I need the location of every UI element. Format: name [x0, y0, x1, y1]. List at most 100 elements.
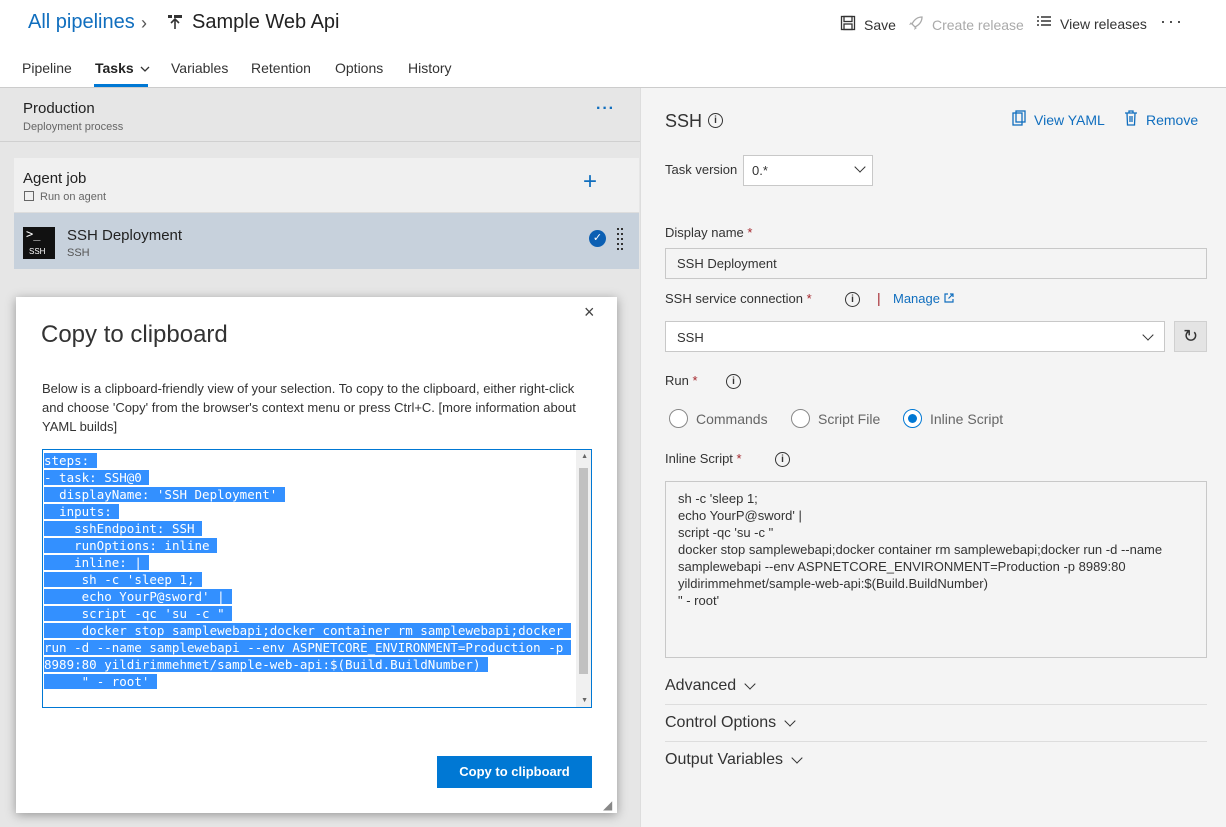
- scrollbar[interactable]: ▲ ▼: [576, 450, 591, 707]
- save-icon: [840, 15, 856, 34]
- chevron-down-icon: [744, 678, 756, 690]
- manage-link-label: Manage: [893, 291, 940, 306]
- yaml-content: steps: - task: SSH@0 displayName: 'SSH D…: [44, 452, 576, 690]
- refresh-icon: ↻: [1182, 326, 1199, 346]
- manage-link[interactable]: Manage: [893, 291, 954, 306]
- server-icon: [24, 191, 34, 201]
- required-mark: *: [692, 373, 698, 388]
- yaml-line: " - root': [44, 674, 157, 689]
- create-release-label: Create release: [932, 16, 1024, 33]
- chevron-down-icon: [854, 161, 866, 173]
- section-control-options-label: Control Options: [665, 714, 777, 731]
- radio-inline-script[interactable]: Inline Script: [903, 409, 1003, 428]
- ssh-connection-label-text: SSH service connection: [665, 291, 804, 306]
- task-title: SSH Deployment: [67, 227, 183, 244]
- page-title: Sample Web Api: [192, 11, 340, 33]
- tab-tasks-label: Tasks: [95, 60, 134, 76]
- view-yaml-button[interactable]: View YAML: [1012, 110, 1105, 129]
- view-releases-label: View releases: [1060, 15, 1147, 32]
- radio-script-file-label: Script File: [818, 410, 881, 427]
- radio-inline-script-label: Inline Script: [930, 410, 1004, 427]
- save-label: Save: [864, 16, 896, 33]
- external-link-icon: [944, 291, 954, 306]
- inline-script-textarea[interactable]: sh -c 'sleep 1; echo YourP@sword' | scri…: [665, 481, 1207, 658]
- scroll-up-icon[interactable]: ▲: [581, 453, 588, 460]
- info-icon[interactable]: i: [775, 452, 790, 467]
- divider: [665, 741, 1207, 742]
- create-release-button[interactable]: Create release: [908, 15, 1024, 34]
- tab-history[interactable]: History: [408, 60, 452, 76]
- display-name-field[interactable]: [665, 248, 1207, 279]
- save-button[interactable]: Save: [840, 15, 896, 34]
- breadcrumb-all-pipelines[interactable]: All pipelines: [28, 11, 135, 34]
- task-version-value: 0.*: [752, 163, 768, 178]
- stage-title: Production: [23, 100, 95, 117]
- yaml-textarea[interactable]: steps: - task: SSH@0 displayName: 'SSH D…: [42, 449, 592, 708]
- task-version-select[interactable]: 0.*: [743, 155, 873, 186]
- scrollbar-thumb[interactable]: [579, 468, 588, 674]
- tab-variables[interactable]: Variables: [171, 60, 228, 76]
- chevron-down-icon: [1142, 329, 1154, 341]
- resize-handle-icon[interactable]: ◢: [603, 798, 612, 812]
- terminal-icon: >_ SSH: [23, 227, 55, 259]
- tab-tasks[interactable]: Tasks: [95, 60, 150, 76]
- task-version-label: Task version: [665, 162, 738, 177]
- check-icon: ✓: [589, 230, 606, 247]
- yaml-line: inputs:: [44, 504, 120, 519]
- chevron-down-icon: [791, 752, 803, 764]
- pipeline-icon: [167, 14, 183, 33]
- section-advanced[interactable]: Advanced: [665, 677, 756, 695]
- dialog-title: Copy to clipboard: [41, 321, 228, 348]
- stage-header[interactable]: [0, 88, 640, 142]
- section-output-variables[interactable]: Output Variables: [665, 751, 803, 769]
- view-releases-button[interactable]: View releases: [1036, 15, 1147, 32]
- section-control-options[interactable]: Control Options: [665, 714, 796, 732]
- copy-to-clipboard-button[interactable]: Copy to clipboard: [437, 756, 592, 788]
- stage-subtitle: Deployment process: [23, 121, 124, 133]
- remove-label: Remove: [1146, 111, 1199, 128]
- radio-script-file[interactable]: Script File: [791, 409, 880, 428]
- run-label-text: Run: [665, 373, 689, 388]
- tab-options[interactable]: Options: [335, 60, 383, 76]
- yaml-line: - task: SSH@0: [44, 470, 150, 485]
- inline-script-label: Inline Script *: [665, 451, 742, 466]
- dialog-description: Below is a clipboard-friendly view of yo…: [42, 381, 576, 434]
- more-options-icon[interactable]: ···: [1160, 11, 1184, 32]
- inline-script-label-text: Inline Script: [665, 451, 733, 466]
- tab-pipeline[interactable]: Pipeline: [22, 60, 72, 76]
- agent-job-row[interactable]: [14, 158, 639, 213]
- radio-circle: [669, 409, 688, 428]
- remove-button[interactable]: Remove: [1124, 110, 1198, 129]
- terminal-icon-label: SSH: [29, 247, 46, 256]
- display-name-label: Display name *: [665, 225, 752, 240]
- task-panel-title: SSH: [665, 111, 703, 131]
- tab-retention[interactable]: Retention: [251, 60, 311, 76]
- add-task-icon[interactable]: +: [583, 170, 597, 194]
- divider: |: [877, 290, 881, 306]
- close-icon[interactable]: ×: [584, 302, 595, 323]
- ssh-connection-select[interactable]: SSH: [665, 321, 1165, 352]
- yaml-line: echo YourP@sword' |: [44, 589, 233, 604]
- divider: [665, 704, 1207, 705]
- info-icon[interactable]: i: [726, 374, 741, 389]
- info-icon[interactable]: i: [708, 113, 723, 128]
- scroll-down-icon[interactable]: ▼: [581, 697, 588, 704]
- radio-commands-label: Commands: [696, 410, 768, 427]
- yaml-line: sh -c 'sleep 1;: [44, 572, 203, 587]
- required-mark: *: [747, 225, 753, 240]
- agent-job-subtitle: Run on agent: [40, 191, 107, 203]
- radio-circle: [791, 409, 810, 428]
- radio-commands[interactable]: Commands: [669, 409, 768, 428]
- breadcrumb-chevron-icon: ›: [141, 13, 147, 33]
- refresh-button[interactable]: ↻: [1174, 321, 1207, 352]
- stage-more-icon[interactable]: ···: [596, 100, 615, 118]
- yaml-line: steps:: [44, 453, 97, 468]
- info-icon[interactable]: i: [845, 292, 860, 307]
- yaml-line: script -qc 'su -c ": [44, 606, 233, 621]
- section-output-variables-label: Output Variables: [665, 751, 783, 768]
- required-mark: *: [806, 291, 812, 306]
- trash-icon: [1124, 110, 1138, 129]
- drag-handle-icon[interactable]: [617, 227, 623, 255]
- yaml-line: sshEndpoint: SSH: [44, 521, 203, 536]
- active-tab-indicator: [94, 84, 148, 87]
